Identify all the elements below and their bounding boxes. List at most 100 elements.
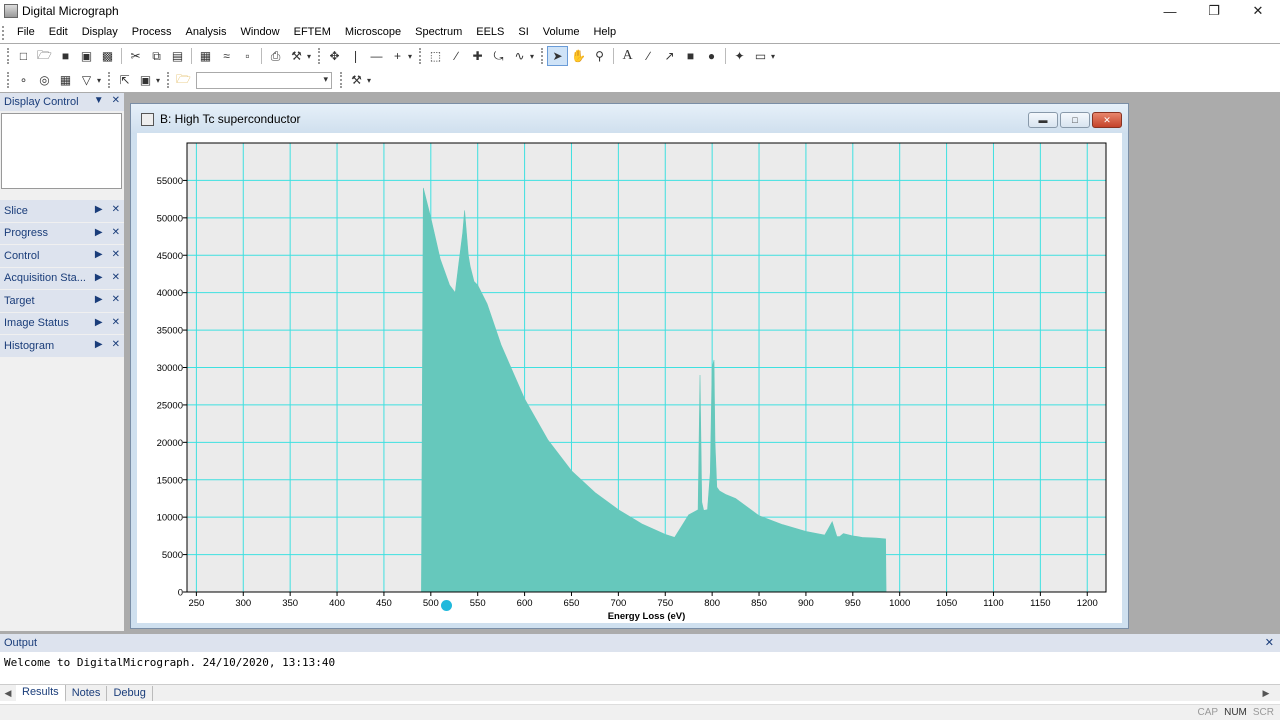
toolbar-grip[interactable]: [167, 72, 170, 88]
camera-icon[interactable]: ▣: [135, 70, 156, 90]
toolbar-overflow-icon[interactable]: ▾: [530, 52, 538, 61]
folder-icon[interactable]: 🗁: [173, 70, 194, 90]
menu-file[interactable]: File: [10, 22, 42, 43]
hand-icon[interactable]: ✋: [568, 46, 589, 66]
tab-results[interactable]: Results: [16, 684, 66, 702]
close-icon[interactable]: ✕: [1092, 112, 1122, 128]
tab-debug[interactable]: Debug: [107, 685, 153, 701]
ellipse-icon[interactable]: ●: [701, 46, 722, 66]
spectrum-plot-area[interactable]: 250 300 350 400 450 500 550 600 650 700 750 800 850 9…: [137, 133, 1122, 623]
wand-icon[interactable]: ✦: [729, 46, 750, 66]
arrow-line-icon[interactable]: ↗: [659, 46, 680, 66]
pointer-icon[interactable]: ➤: [547, 46, 568, 66]
menu-eels[interactable]: EELS: [469, 22, 511, 43]
expand-icon[interactable]: ▶: [95, 339, 103, 350]
display-control-header[interactable]: Display Control ▼ ✕: [0, 93, 124, 111]
cross-icon[interactable]: ✚: [467, 46, 488, 66]
horizontal-line-icon[interactable]: —: [366, 46, 387, 66]
paste-icon[interactable]: ▤: [167, 46, 188, 66]
close-icon[interactable]: ✕: [112, 95, 120, 106]
menu-spectrum[interactable]: Spectrum: [408, 22, 469, 43]
toolbar-grip[interactable]: [108, 72, 111, 88]
rect-select-icon[interactable]: ⬚: [425, 46, 446, 66]
menu-display[interactable]: Display: [75, 22, 125, 43]
toolbar-grip[interactable]: [318, 48, 321, 64]
scroll-right-icon[interactable]: ▶: [1258, 688, 1274, 699]
close-icon[interactable]: ✕: [1265, 636, 1274, 649]
print-icon[interactable]: ⎙: [265, 46, 286, 66]
line-plot-icon[interactable]: ≈: [216, 46, 237, 66]
minimize-icon[interactable]: —: [1148, 0, 1192, 22]
toolbar-overflow-icon[interactable]: ▾: [367, 76, 375, 85]
palette-target[interactable]: Target ▶ ✕: [0, 289, 124, 312]
select-icon[interactable]: ⇱: [114, 70, 135, 90]
menu-process[interactable]: Process: [125, 22, 179, 43]
toolbar-overflow-icon[interactable]: ▾: [771, 52, 779, 61]
restore-icon[interactable]: ❐: [1192, 0, 1236, 22]
menu-edit[interactable]: Edit: [42, 22, 75, 43]
minimize-icon[interactable]: ▬: [1028, 112, 1058, 128]
palette-progress[interactable]: Progress ▶ ✕: [0, 221, 124, 244]
close-icon[interactable]: ✕: [112, 249, 120, 260]
circle-icon[interactable]: ◎: [34, 70, 55, 90]
move-icon[interactable]: ✥: [324, 46, 345, 66]
line-select-icon[interactable]: ∕: [446, 46, 467, 66]
toolbar-grip[interactable]: [541, 48, 544, 64]
tab-notes[interactable]: Notes: [66, 685, 108, 701]
tools-icon[interactable]: ⚒: [286, 46, 307, 66]
spectrum-plot[interactable]: 250 300 350 400 450 500 550 600 650 700 750 800 850 9…: [137, 133, 1122, 623]
save-display-icon[interactable]: ▣: [76, 46, 97, 66]
toolbar-grip[interactable]: [419, 48, 422, 64]
image-window[interactable]: B: High Tc superconductor ▬ □ ✕ 250 300 35…: [130, 103, 1129, 629]
expand-icon[interactable]: ▶: [95, 227, 103, 238]
line-icon[interactable]: ∕: [638, 46, 659, 66]
display-control-area[interactable]: [1, 113, 122, 189]
zoom-icon[interactable]: ⚲: [589, 46, 610, 66]
maximize-icon[interactable]: □: [1060, 112, 1090, 128]
toolbar-overflow-icon[interactable]: ▾: [97, 76, 105, 85]
close-icon[interactable]: ✕: [112, 294, 120, 305]
menu-si[interactable]: SI: [511, 22, 535, 43]
menu-analysis[interactable]: Analysis: [179, 22, 234, 43]
toolbar-grip[interactable]: [7, 48, 10, 64]
image-window-title-bar[interactable]: B: High Tc superconductor ▬ □ ✕: [131, 104, 1128, 134]
close-icon[interactable]: ✕: [112, 227, 120, 238]
scroll-left-icon[interactable]: ◀: [0, 688, 16, 699]
toolbar-combo[interactable]: ▾: [196, 71, 332, 89]
rectangle-icon[interactable]: ■: [680, 46, 701, 66]
toolbar-overflow-icon[interactable]: ▾: [307, 52, 315, 61]
chevron-down-icon[interactable]: ▾: [323, 74, 328, 85]
cut-icon[interactable]: ✂: [125, 46, 146, 66]
tools-icon[interactable]: ⚒: [346, 70, 367, 90]
palette-slice[interactable]: Slice ▶ ✕: [0, 199, 124, 222]
menu-eftem[interactable]: EFTEM: [287, 22, 338, 43]
collapse-icon[interactable]: ▼: [94, 95, 104, 106]
funnel-icon[interactable]: ▽: [76, 70, 97, 90]
plus-icon[interactable]: +: [387, 46, 408, 66]
expand-icon[interactable]: ▶: [95, 317, 103, 328]
palette-image-status[interactable]: Image Status ▶ ✕: [0, 311, 124, 334]
close-icon[interactable]: ✕: [112, 204, 120, 215]
image-display-icon[interactable]: ▦: [195, 46, 216, 66]
expand-icon[interactable]: ▶: [95, 294, 103, 305]
curve-icon[interactable]: ∿: [509, 46, 530, 66]
open-icon[interactable]: 🗁: [34, 46, 55, 66]
expand-icon[interactable]: ▶: [95, 204, 103, 215]
menu-microscope[interactable]: Microscope: [338, 22, 408, 43]
save-as-icon[interactable]: ▩: [97, 46, 118, 66]
expand-icon[interactable]: ▶: [95, 272, 103, 283]
menu-grip[interactable]: [2, 25, 6, 40]
menu-window[interactable]: Window: [234, 22, 287, 43]
copy-icon[interactable]: ⧉: [146, 46, 167, 66]
palette-control[interactable]: Control ▶ ✕: [0, 244, 124, 267]
close-icon[interactable]: ✕: [112, 317, 120, 328]
text-icon[interactable]: A: [617, 46, 638, 66]
lasso-icon[interactable]: ⤿: [488, 46, 509, 66]
toolbar-overflow-icon[interactable]: ▾: [156, 76, 164, 85]
output-text[interactable]: Welcome to DigitalMicrograph. 24/10/2020…: [0, 652, 1280, 682]
save-icon[interactable]: ■: [55, 46, 76, 66]
toolbar-overflow-icon[interactable]: ▾: [408, 52, 416, 61]
grid-icon[interactable]: ▦: [55, 70, 76, 90]
menu-volume[interactable]: Volume: [536, 22, 587, 43]
expand-icon[interactable]: ▶: [95, 249, 103, 260]
